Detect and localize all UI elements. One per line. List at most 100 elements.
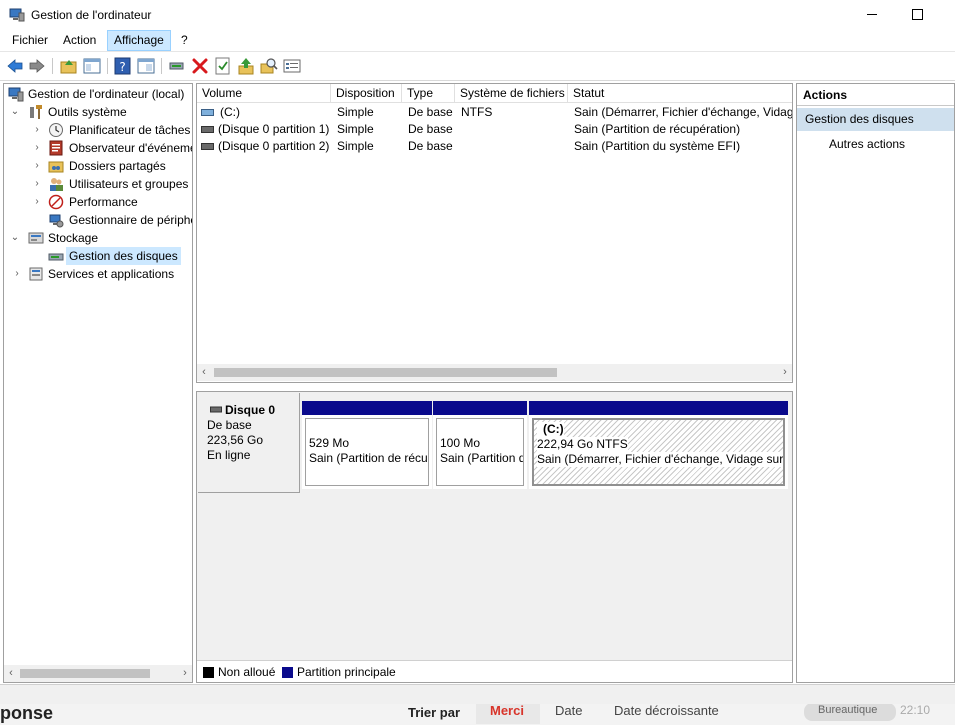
scrollbar-thumb[interactable] [20,669,150,678]
legend: Non alloué Partition principale [197,660,792,682]
menu-action[interactable]: Action [57,30,102,51]
tree-item-planificateur[interactable]: › Planificateur de tâches [7,121,192,139]
tree-item-performance[interactable]: › Performance [7,193,192,211]
tools-icon [30,105,42,119]
properties-icon[interactable] [137,57,155,75]
tree-item-observateur[interactable]: › Observateur d'événements [7,139,192,157]
column-statut[interactable]: Statut [568,84,792,103]
tree-item-outils-systeme[interactable]: ⌄ Outils système [7,103,192,121]
column-volume[interactable]: Volume [197,84,331,103]
background-text: Bureautique [818,704,878,716]
partition-title: (C:) [537,422,564,437]
connect-icon[interactable] [168,57,186,75]
scroll-right-icon[interactable]: › [178,665,192,682]
partition-block-c[interactable]: (C:) 222,94 Go NTFS Sain (Démarrer, Fich… [529,401,788,489]
services-icon [29,267,43,281]
column-disposition[interactable]: Disposition [331,84,402,103]
menu-fichier[interactable]: Fichier [6,30,54,51]
show-hide-tree-icon[interactable] [83,57,101,75]
disk-icon [48,253,64,261]
delete-icon[interactable] [191,57,209,75]
actions-title: Actions [797,84,954,106]
background-window-strip: ponse Trier par Merci Date Date décroiss… [0,704,955,725]
partition-status: Sain (Partition du système EFI) [440,451,523,465]
check-icon[interactable] [214,57,232,75]
toolbar-separator [107,58,108,74]
background-text: Trier par [408,705,461,720]
svg-text:?: ? [119,60,125,74]
chevron-down-icon[interactable]: ⌄ [9,103,21,121]
other-actions-link[interactable]: Autres actions [829,135,905,153]
legend-label: Non alloué [218,665,276,679]
disk-graphical-view: Disque 0 De base 223,56 Go En ligne 529 … [196,391,793,683]
tree-item-stockage[interactable]: ⌄ Stockage [7,229,192,247]
partition-block[interactable]: 529 Mo Sain (Partition de récupération) [302,401,432,489]
back-arrow-icon[interactable] [6,57,24,75]
minimize-button[interactable] [858,0,888,30]
background-text: Merci [490,704,524,718]
background-text: ponse [0,704,54,723]
partition-primary-bar [529,401,788,415]
computer-icon [8,87,24,102]
disk-size: 223,56 Go [207,433,264,447]
tree-horizontal-scrollbar[interactable]: ‹ › [4,665,192,682]
table-row[interactable]: (C:) Simple De base NTFS Sain (Démarrer,… [197,104,792,121]
background-text: Date décroissante [614,704,719,718]
chevron-right-icon[interactable]: › [31,139,43,157]
menu-help[interactable]: ? [175,30,194,51]
chevron-down-icon[interactable]: ⌄ [9,229,21,247]
maximize-button[interactable] [902,0,932,30]
help-icon[interactable]: ? [114,57,132,75]
column-type[interactable]: Type [402,84,455,103]
chevron-right-icon[interactable]: › [31,121,43,139]
disk-0-label[interactable]: Disque 0 De base 223,56 Go En ligne [198,393,300,493]
legend-swatch-unallocated [203,667,214,678]
chevron-right-icon[interactable]: › [31,175,43,193]
chevron-right-icon[interactable]: › [31,157,43,175]
partition-status: Sain (Partition de récupération) [309,451,428,465]
window-title: Gestion de l'ordinateur [31,8,152,22]
chevron-right-icon[interactable]: › [11,265,23,283]
toolbar: ? [0,53,955,81]
table-row[interactable]: (Disque 0 partition 2) Simple De base Sa… [197,138,792,155]
partition-size: 100 Mo [440,436,481,450]
chevron-right-icon[interactable]: › [31,193,43,211]
list-horizontal-scrollbar[interactable]: ‹ › [197,364,792,381]
partition-primary-bar [302,401,432,415]
event-viewer-icon [49,140,63,156]
partition-size: 529 Mo [309,436,350,450]
scroll-left-icon[interactable]: ‹ [4,665,18,682]
scroll-right-icon[interactable]: › [778,364,792,381]
up-folder-icon[interactable] [60,57,78,75]
disk-type: De base [207,418,252,432]
list-icon[interactable] [283,57,301,75]
table-row[interactable]: (Disque 0 partition 1) Simple De base Sa… [197,121,792,138]
forward-arrow-icon[interactable] [28,57,46,75]
actions-section-gestion-disques[interactable]: Gestion des disques [797,108,954,131]
partition-block[interactable]: 100 Mo Sain (Partition du système EFI) [433,401,527,489]
storage-icon [28,232,44,244]
toolbar-separator [52,58,53,74]
performance-icon [48,194,64,210]
import-icon[interactable] [237,57,255,75]
status-bar [0,684,955,704]
legend-label: Partition principale [297,665,396,679]
tree-item-gestionnaire-peripheriques[interactable]: Gestionnaire de périphériques [7,211,192,229]
actions-pane: Actions Gestion des disques Autres actio… [796,83,955,683]
scrollbar-thumb[interactable] [214,368,557,377]
tree-item-utilisateurs[interactable]: › Utilisateurs et groupes locaux [7,175,192,193]
clock-icon [49,123,63,137]
scroll-left-icon[interactable]: ‹ [197,364,211,381]
disk-state: En ligne [207,448,251,462]
volume-list: Volume Disposition Type Système de fichi… [196,83,793,383]
partition-status: Sain (Démarrer, Fichier d'échange, Vidag… [537,452,783,467]
tree-item-gestion-des-disques[interactable]: Gestion des disques [7,247,192,265]
legend-swatch-primary [282,667,293,678]
menu-affichage[interactable]: Affichage [107,30,171,51]
tree-item-computer-management[interactable]: Gestion de l'ordinateur (local) [7,85,192,103]
search-icon[interactable] [260,57,278,75]
tree-item-dossiers-partages[interactable]: › Dossiers partagés [7,157,192,175]
toolbar-separator [161,58,162,74]
tree-item-services-applications[interactable]: › Services et applications [7,265,192,283]
column-systeme-fichiers[interactable]: Système de fichiers [455,84,568,103]
